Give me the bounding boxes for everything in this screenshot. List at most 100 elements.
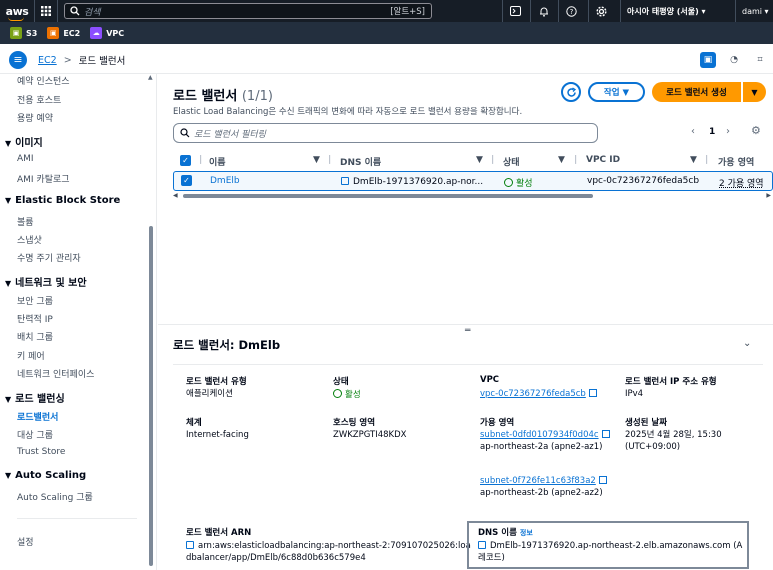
external-link-icon[interactable]: [601, 430, 610, 438]
nav-ami[interactable]: AMI: [17, 154, 34, 164]
external-link-icon[interactable]: [598, 476, 607, 484]
page-number[interactable]: 1: [709, 127, 715, 137]
nav-target-groups[interactable]: 대상 그룹: [17, 428, 53, 441]
table-horizontal-scrollbar[interactable]: ◀ ▶: [173, 192, 771, 200]
table-row[interactable]: ✓ DmElb DmElb-1971376920.ap-nor... 활성 vp…: [173, 171, 773, 191]
sort-vpc-icon[interactable]: ▼: [690, 155, 697, 165]
column-header-az[interactable]: 가용 영역: [718, 155, 754, 168]
hamburger-menu-icon[interactable]: ≡: [9, 51, 27, 69]
breadcrumb-ec2-link[interactable]: EC2: [38, 55, 57, 66]
nav-section-auto-scaling[interactable]: ▼ Auto Scaling: [5, 470, 86, 481]
table-preferences-gear-icon[interactable]: ⚙: [751, 124, 761, 137]
dns-info-link[interactable]: 정보: [520, 529, 533, 537]
nav-settings[interactable]: 설정: [17, 535, 34, 548]
nav-placement-groups[interactable]: 배치 그룹: [17, 330, 53, 343]
aws-logo[interactable]: aws: [0, 5, 34, 21]
page-description: Elastic Load Balancing은 수신 트래픽의 변화에 따라 자…: [173, 107, 523, 117]
nav-key-pairs[interactable]: 키 페어: [17, 349, 45, 362]
table-scroll-thumb[interactable]: [183, 194, 593, 198]
nav-ami-catalog[interactable]: AMI 카탈로그: [17, 172, 70, 185]
nav-lifecycle-manager[interactable]: 수명 주기 관리자: [17, 251, 81, 264]
favorite-vpc[interactable]: ☁ VPC: [90, 27, 124, 39]
filter-placeholder: 로드 밸런서 필터링: [194, 129, 266, 140]
nav-auto-scaling-groups[interactable]: Auto Scaling 그룹: [17, 490, 93, 503]
nav-reserved-instances[interactable]: 예약 인스턴스: [17, 74, 70, 87]
notifications-panel-icon[interactable]: ◔: [726, 52, 742, 68]
favorite-ec2[interactable]: ▣ EC2: [47, 27, 80, 39]
page-next-button[interactable]: ›: [726, 126, 730, 137]
refresh-icon: [566, 86, 576, 97]
nav-section-network-security[interactable]: ▼ 네트워크 및 보안: [5, 274, 87, 289]
arn-label: 로드 밸런서 ARN: [186, 528, 252, 538]
column-header-state[interactable]: 상태: [503, 155, 520, 168]
nav-capacity-reservations[interactable]: 용량 예약: [17, 111, 53, 124]
favorite-label: EC2: [63, 28, 81, 38]
copy-icon[interactable]: [341, 177, 349, 185]
scroll-up-arrow-icon[interactable]: ▲: [148, 74, 153, 81]
nav-volumes[interactable]: 볼륨: [17, 215, 34, 228]
external-link-icon[interactable]: [588, 389, 597, 397]
svg-text:?: ?: [570, 8, 574, 16]
sort-dns-icon[interactable]: ▼: [476, 155, 483, 165]
subnet1-link[interactable]: subnet-0dfd0107934f0d04c: [480, 430, 599, 440]
row-name-link[interactable]: DmElb: [210, 176, 240, 186]
nav-elastic-ips[interactable]: 탄력적 IP: [17, 312, 53, 325]
ec2-service-icon: ▣: [47, 27, 60, 39]
scroll-right-arrow-icon[interactable]: ▶: [766, 192, 771, 199]
split-panel-resize-handle[interactable]: ═: [465, 326, 470, 336]
services-menu-icon[interactable]: [34, 0, 58, 22]
refresh-button[interactable]: [561, 82, 581, 102]
created-value: 2025년 4월 28일, 15:30 (UTC+09:00): [625, 430, 722, 452]
nav-load-balancers[interactable]: 로드밸런서: [17, 410, 58, 423]
lb-type-value: 애플리케이션: [186, 389, 233, 399]
s3-service-icon: ▣: [10, 27, 22, 39]
sidebar-scroll-thumb[interactable]: [149, 226, 153, 566]
nav-section-images[interactable]: ▼ 이미지: [5, 134, 43, 149]
nav-snapshots[interactable]: 스냅샷: [17, 233, 42, 246]
subnet2-link[interactable]: subnet-0f726fe11c63f83a2: [480, 476, 596, 486]
collapse-chevron-down-icon[interactable]: ⌄: [743, 338, 751, 349]
feedback-panel-icon[interactable]: ⌗: [752, 52, 768, 68]
search-input[interactable]: 검색 [알트+S]: [64, 3, 432, 19]
sidebar-scrollbar[interactable]: ▲: [147, 74, 155, 568]
vpc-link[interactable]: vpc-0c72367276feda5cb: [480, 389, 586, 399]
created-label: 생성된 날짜: [625, 418, 668, 428]
favorite-s3[interactable]: ▣ S3: [10, 27, 37, 39]
column-divider: |: [705, 155, 709, 165]
nav-network-interfaces[interactable]: 네트워크 인터페이스: [17, 367, 94, 380]
create-load-balancer-button[interactable]: 로드 밸런서 생성: [652, 82, 741, 102]
actions-dropdown-button[interactable]: 작업 ▼: [588, 82, 645, 102]
sort-name-icon[interactable]: ▼: [313, 155, 320, 165]
nav-trust-store[interactable]: Trust Store: [17, 447, 65, 457]
column-header-name[interactable]: 이름: [209, 155, 226, 168]
filter-input[interactable]: 로드 밸런서 필터링: [173, 123, 598, 143]
scroll-left-arrow-icon[interactable]: ◀: [173, 192, 178, 199]
favorite-label: VPC: [106, 28, 125, 38]
account-menu[interactable]: dami ▾: [735, 0, 769, 22]
sort-state-icon[interactable]: ▼: [558, 155, 565, 165]
nav-section-load-balancing[interactable]: ▼ 로드 밸런싱: [5, 390, 65, 405]
subnet2-value: subnet-0f726fe11c63f83a2 ap-northeast-2b…: [480, 475, 610, 499]
copy-icon[interactable]: [478, 541, 486, 549]
row-checkbox[interactable]: ✓: [181, 175, 192, 186]
row-dns: DmElb-1971376920.ap-nor...: [341, 176, 483, 187]
help-icon[interactable]: ?: [558, 0, 584, 22]
hosted-zone-value: ZWKZPGTI48KDX: [333, 430, 407, 440]
nav-dedicated-hosts[interactable]: 전용 호스트: [17, 93, 61, 106]
row-az[interactable]: 2 가용 영역: [719, 176, 764, 189]
cloudshell-icon[interactable]: [502, 0, 528, 22]
column-header-vpc[interactable]: VPC ID: [586, 155, 620, 165]
create-options-dropdown-button[interactable]: ▼: [742, 82, 766, 102]
column-header-dns[interactable]: DNS 이름: [340, 155, 381, 168]
status-success-icon: [333, 389, 342, 398]
breadcrumb-separator: >: [63, 54, 72, 66]
settings-gear-icon[interactable]: [588, 0, 614, 22]
select-all-checkbox[interactable]: ✓: [180, 155, 191, 166]
notifications-bell-icon[interactable]: [530, 0, 556, 22]
info-panel-icon[interactable]: ▣: [700, 52, 716, 68]
region-selector[interactable]: 아시아 태평양 (서울) ▾: [620, 0, 706, 22]
copy-icon[interactable]: [186, 541, 194, 549]
nav-security-groups[interactable]: 보안 그룹: [17, 294, 53, 307]
nav-section-ebs[interactable]: ▼ Elastic Block Store: [5, 195, 120, 206]
page-prev-button[interactable]: ‹: [691, 126, 695, 137]
